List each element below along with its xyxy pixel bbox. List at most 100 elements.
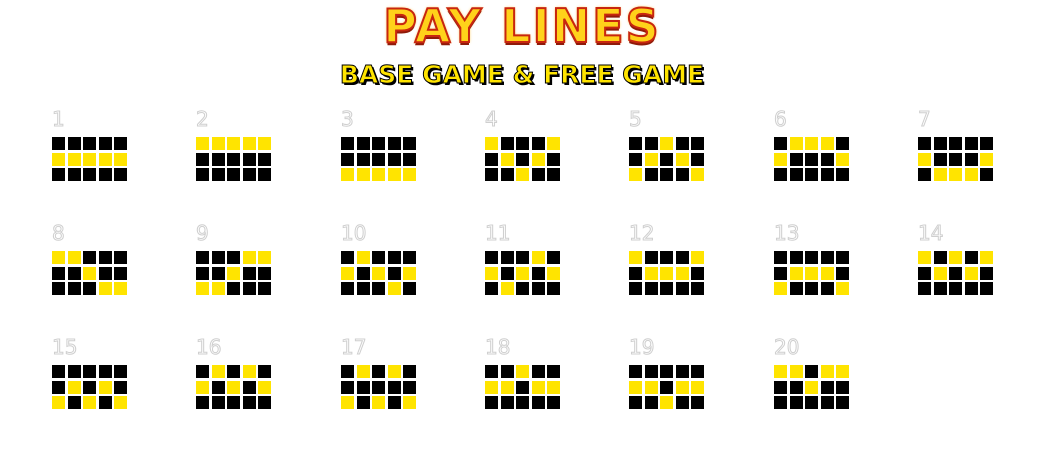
payline-cell <box>516 282 529 295</box>
payline-8: 8 <box>52 222 172 312</box>
payline-cell <box>675 137 689 150</box>
payline-cell-active <box>516 266 529 280</box>
payline-cell-active <box>805 137 818 150</box>
payline-cell <box>242 380 256 394</box>
payline-cell <box>387 380 401 394</box>
payline-cell <box>227 396 240 409</box>
payline-cell <box>485 152 498 166</box>
payline-cell-active <box>211 282 225 295</box>
payline-cell <box>629 396 642 409</box>
payline-cell <box>372 380 385 394</box>
payline-cell <box>52 282 65 295</box>
payline-cell <box>83 365 96 378</box>
payline-cell-active <box>242 365 256 378</box>
payline-cell <box>372 251 385 264</box>
payline-cell <box>547 282 560 295</box>
payline-grid <box>341 365 416 409</box>
payline-number: 5 <box>629 107 643 131</box>
payline-cell <box>372 152 385 166</box>
payline-cell <box>242 396 256 409</box>
payline-number: 17 <box>340 335 367 359</box>
payline-cell-active <box>98 152 112 166</box>
payline-cell <box>691 152 704 166</box>
payline-cell <box>789 251 803 264</box>
payline-cell <box>387 152 401 166</box>
payline-cell <box>531 365 545 378</box>
payline-grid <box>485 137 560 181</box>
payline-cell-active <box>500 282 514 295</box>
payline-number: 8 <box>52 221 66 245</box>
payline-cell <box>500 396 514 409</box>
payline-3: 3 <box>341 108 461 198</box>
payline-cell-active <box>547 266 560 280</box>
payline-cell <box>660 380 673 394</box>
payline-cell-active <box>820 137 834 150</box>
payline-cell-active <box>356 365 370 378</box>
payline-cell-active <box>918 251 931 264</box>
payline-cell <box>372 365 385 378</box>
payline-cell <box>196 365 209 378</box>
payline-cell-active <box>196 380 209 394</box>
payline-cell <box>629 152 642 166</box>
payline-cell <box>485 365 498 378</box>
payline-cell <box>98 137 112 150</box>
payline-11: 11 <box>484 221 605 312</box>
payline-cell-active <box>98 380 112 394</box>
payline-cell <box>820 282 834 295</box>
payline-cell <box>836 396 849 409</box>
payline-cell <box>547 365 560 378</box>
payline-cell <box>114 380 127 394</box>
payline-cell-active <box>805 380 818 394</box>
payline-cell <box>675 251 689 264</box>
payline-cell <box>675 365 689 378</box>
payline-cell <box>196 152 209 166</box>
payline-cell <box>196 251 209 264</box>
payline-cell <box>531 282 545 295</box>
payline-cell <box>691 365 704 378</box>
payline-cell <box>516 152 529 166</box>
payline-number: 9 <box>196 221 210 245</box>
payline-cell-active <box>789 266 803 280</box>
payline-cell-active <box>820 365 834 378</box>
payline-number: 11 <box>484 221 511 245</box>
payline-10: 10 <box>340 222 461 312</box>
payline-cell-active <box>964 266 978 280</box>
payline-grid <box>485 251 560 295</box>
payline-grid <box>774 251 849 295</box>
payline-cell <box>500 266 514 280</box>
payline-cell <box>964 152 978 166</box>
payline-cell <box>211 266 225 280</box>
payline-cell <box>341 365 354 378</box>
payline-cell <box>691 266 704 280</box>
payline-cell-active <box>660 137 673 150</box>
payline-cell <box>836 137 849 150</box>
payline-cell <box>485 251 498 264</box>
payline-cell <box>67 365 81 378</box>
payline-cell <box>789 396 803 409</box>
payline-cell-active <box>531 380 545 394</box>
payline-cell <box>242 152 256 166</box>
payline-cell-active <box>341 266 354 280</box>
payline-cell <box>644 282 658 295</box>
payline-cell <box>516 251 529 264</box>
payline-cell <box>836 251 849 264</box>
payline-cell-active <box>949 251 962 264</box>
payline-cell-active <box>83 266 96 280</box>
payline-cell <box>211 152 225 166</box>
payline-cell <box>500 137 514 150</box>
payline-grid <box>52 365 127 409</box>
payline-4: 4 <box>485 108 605 198</box>
payline-cell-active <box>227 266 240 280</box>
payline-cell-active <box>629 251 642 264</box>
payline-cell <box>820 168 834 181</box>
payline-cell <box>98 365 112 378</box>
payline-cell <box>933 282 947 295</box>
payline-cell-active <box>387 365 401 378</box>
payline-cell <box>774 266 787 280</box>
payline-grid <box>341 251 416 295</box>
paylines-container: 1 2 3 4 5 6 7 8 9 10 11 12 13 14 15 16 17 18 19 20 <box>0 0 1044 452</box>
payline-cell <box>949 152 962 166</box>
payline-7: 7 <box>918 108 1038 198</box>
payline-cell-active <box>387 282 401 295</box>
payline-cell <box>980 266 993 280</box>
